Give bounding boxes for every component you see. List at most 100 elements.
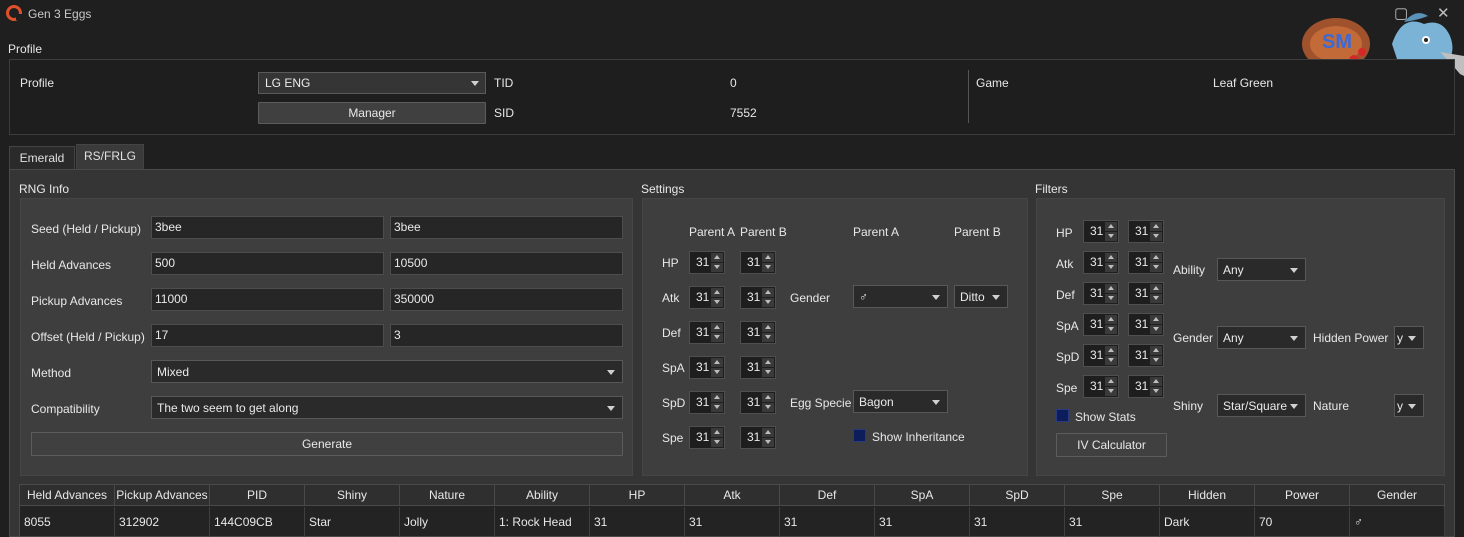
filter-gender-select[interactable]: Any [1217, 326, 1306, 349]
nature-select[interactable]: y [1394, 394, 1424, 417]
table-cell[interactable]: Jolly [400, 507, 495, 537]
column-header[interactable]: Ability [495, 485, 590, 506]
table-cell[interactable]: Dark [1160, 507, 1255, 537]
compatibility-select[interactable]: The two seem to get along [151, 396, 623, 419]
spin-up-icon[interactable] [1150, 377, 1162, 386]
spin-down-icon[interactable] [762, 368, 774, 377]
egg-specie-select[interactable]: Bagon [853, 390, 948, 413]
parent-a-gender-select[interactable]: ♂ [853, 285, 948, 308]
table-cell[interactable]: 31 [590, 507, 685, 537]
column-header[interactable]: SpA [875, 485, 970, 506]
filter-atk-min-spinbox[interactable]: 31 [1083, 251, 1119, 274]
spin-down-icon[interactable] [762, 403, 774, 412]
parent-a-hp-spinbox[interactable]: 31 [689, 251, 725, 274]
table-cell[interactable]: 144C09CB [210, 507, 305, 537]
spin-up-icon[interactable] [1105, 253, 1117, 262]
column-header[interactable]: Hidden [1160, 485, 1255, 506]
generate-button[interactable]: Generate [31, 432, 623, 456]
pickup-advances-max-input[interactable]: 350000 [390, 288, 623, 311]
spin-up-icon[interactable] [1150, 222, 1162, 231]
column-header[interactable]: PID [210, 485, 305, 506]
parent-b-def-spinbox[interactable]: 31 [740, 321, 776, 344]
tab-emerald[interactable]: Emerald [9, 146, 75, 170]
column-header[interactable]: Atk [685, 485, 780, 506]
parent-b-atk-spinbox[interactable]: 31 [740, 286, 776, 309]
filter-spa-max-spinbox[interactable]: 31 [1128, 313, 1164, 336]
filter-spa-min-spinbox[interactable]: 31 [1083, 313, 1119, 336]
spin-down-icon[interactable] [711, 403, 723, 412]
spin-up-icon[interactable] [1105, 346, 1117, 355]
table-cell[interactable]: 312902 [115, 507, 210, 537]
spin-up-icon[interactable] [1105, 284, 1117, 293]
table-cell[interactable]: 31 [875, 507, 970, 537]
spin-down-icon[interactable] [711, 298, 723, 307]
parent-a-spe-spinbox[interactable]: 31 [689, 426, 725, 449]
filter-def-min-spinbox[interactable]: 31 [1083, 282, 1119, 305]
spin-down-icon[interactable] [1150, 356, 1162, 365]
spin-down-icon[interactable] [711, 333, 723, 342]
tab-rs-frlg[interactable]: RS/FRLG [76, 144, 144, 170]
held-advances-min-input[interactable]: 500 [151, 252, 384, 275]
spin-up-icon[interactable] [1105, 377, 1117, 386]
spin-up-icon[interactable] [711, 428, 723, 437]
filter-spd-min-spinbox[interactable]: 31 [1083, 344, 1119, 367]
table-cell[interactable]: 8055 [20, 507, 115, 537]
spin-up-icon[interactable] [762, 358, 774, 367]
spin-up-icon[interactable] [1105, 222, 1117, 231]
spin-down-icon[interactable] [1150, 294, 1162, 303]
table-cell[interactable]: 31 [685, 507, 780, 537]
spin-down-icon[interactable] [762, 263, 774, 272]
pickup-advances-min-input[interactable]: 11000 [151, 288, 384, 311]
show-stats-checkbox[interactable] [1056, 409, 1069, 422]
spin-up-icon[interactable] [1150, 253, 1162, 262]
parent-a-spa-spinbox[interactable]: 31 [689, 356, 725, 379]
parent-b-spd-spinbox[interactable]: 31 [740, 391, 776, 414]
parent-b-spe-spinbox[interactable]: 31 [740, 426, 776, 449]
filter-spe-max-spinbox[interactable]: 31 [1128, 375, 1164, 398]
shiny-select[interactable]: Star/Square [1217, 394, 1306, 417]
spin-up-icon[interactable] [711, 253, 723, 262]
spin-up-icon[interactable] [1150, 346, 1162, 355]
spin-up-icon[interactable] [762, 253, 774, 262]
method-select[interactable]: Mixed [151, 360, 623, 383]
hidden-power-select[interactable]: y [1394, 326, 1424, 349]
column-header[interactable]: Def [780, 485, 875, 506]
spin-up-icon[interactable] [762, 393, 774, 402]
ability-select[interactable]: Any [1217, 258, 1306, 281]
table-cell[interactable]: 1: Rock Head [495, 507, 590, 537]
spin-up-icon[interactable] [1150, 315, 1162, 324]
filter-spe-min-spinbox[interactable]: 31 [1083, 375, 1119, 398]
column-header[interactable]: Spe [1065, 485, 1160, 506]
show-inheritance-checkbox[interactable] [853, 429, 866, 442]
parent-a-spd-spinbox[interactable]: 31 [689, 391, 725, 414]
filter-hp-max-spinbox[interactable]: 31 [1128, 220, 1164, 243]
table-cell[interactable]: 31 [1065, 507, 1160, 537]
spin-up-icon[interactable] [711, 323, 723, 332]
results-table[interactable]: Held Advances Pickup Advances PID Shiny … [19, 484, 1445, 537]
spin-down-icon[interactable] [1105, 263, 1117, 272]
offset-held-input[interactable]: 17 [151, 324, 384, 347]
column-header[interactable]: HP [590, 485, 685, 506]
parent-a-def-spinbox[interactable]: 31 [689, 321, 725, 344]
column-header[interactable]: SpD [970, 485, 1065, 506]
table-cell[interactable]: 31 [970, 507, 1065, 537]
column-header[interactable]: Power [1255, 485, 1350, 506]
parent-b-gender-select[interactable]: Ditto [954, 285, 1008, 308]
profile-select[interactable]: LG ENG [258, 72, 486, 94]
spin-down-icon[interactable] [1105, 232, 1117, 241]
spin-down-icon[interactable] [762, 438, 774, 447]
spin-down-icon[interactable] [1150, 325, 1162, 334]
column-header[interactable]: Gender [1350, 485, 1445, 506]
spin-down-icon[interactable] [1150, 263, 1162, 272]
table-cell[interactable]: 31 [780, 507, 875, 537]
spin-up-icon[interactable] [711, 358, 723, 367]
table-cell[interactable]: 70 [1255, 507, 1350, 537]
spin-down-icon[interactable] [1150, 232, 1162, 241]
seed-pickup-input[interactable]: 3bee [390, 216, 623, 239]
iv-calculator-button[interactable]: IV Calculator [1056, 433, 1167, 457]
manager-button[interactable]: Manager [258, 102, 486, 124]
spin-down-icon[interactable] [711, 438, 723, 447]
offset-pickup-input[interactable]: 3 [390, 324, 623, 347]
filter-def-max-spinbox[interactable]: 31 [1128, 282, 1164, 305]
spin-down-icon[interactable] [1105, 294, 1117, 303]
